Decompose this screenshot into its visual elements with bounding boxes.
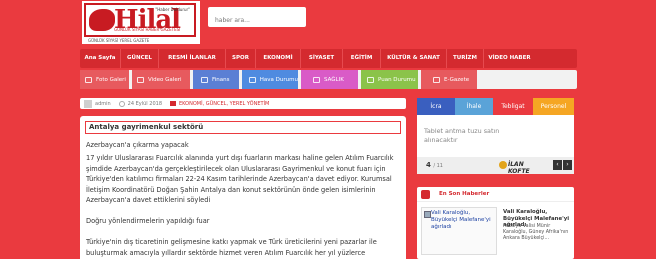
ilan-logo: İLAN KOFTE	[499, 159, 537, 175]
bull-icon	[89, 9, 115, 31]
article-author[interactable]: admin	[95, 101, 111, 107]
subnav-saglik[interactable]: SAĞLIK	[301, 70, 358, 89]
news-description: Antalya Valisi Münir Karaloğlu, Güney Af…	[503, 224, 569, 241]
site-logo[interactable]: Hilal "Haber Doldurur" GÜNLÜK SİYASİ HAB…	[82, 1, 200, 44]
search-box	[208, 7, 306, 31]
nav-item-video-haber[interactable]: VİDEO HABER	[484, 49, 535, 68]
tab-icra[interactable]: İcra	[417, 98, 455, 115]
article-categories[interactable]: EKONOMİ, GÜNCEL, YEREL YÖNETİM	[179, 101, 269, 107]
article-subheading: Azerbaycan'a çıkarma yapacak	[86, 141, 189, 149]
clock-icon	[118, 100, 125, 107]
main-nav: Ana Sayfa GÜNCEL RESMİ İLANLAR SPOR EKON…	[80, 49, 577, 68]
tender-current: 4	[426, 161, 431, 169]
tender-counter: 4 / 11	[426, 161, 443, 169]
article-subheading: Doğru yönlendirmelerin yapıldığı fuar	[86, 217, 210, 225]
article-paragraph: Türkiye'nin dış ticaretinin gelişmesine …	[86, 238, 377, 257]
nav-item-turizm[interactable]: TURİZM	[447, 49, 484, 68]
article-paragraph: 17 yıldır Uluslararası Fuarcılık alanınd…	[86, 154, 394, 204]
article-title: Antalya gayrimenkul sektörü	[85, 121, 401, 134]
tender-pager: 4 / 11 İLAN KOFTE ‹ ›	[417, 157, 574, 175]
subnav-hava-durumu[interactable]: Hava Durumu	[242, 70, 298, 89]
tender-panel: Tablet antma tuzu satın alınacaktır 4 / …	[417, 115, 574, 175]
camera-icon	[85, 76, 92, 83]
cloud-icon	[249, 76, 256, 83]
heart-icon	[313, 76, 320, 83]
subnav-finans[interactable]: Finans	[193, 70, 239, 89]
search-input[interactable]	[208, 10, 306, 31]
subnav-puan-durumu[interactable]: Puan Durumu	[361, 70, 418, 89]
latest-news-heading: En Son Haberler	[439, 191, 490, 197]
nav-item-guncel[interactable]: GÜNCEL	[121, 49, 159, 68]
nav-item-ekonomi[interactable]: EKONOMİ	[256, 49, 301, 68]
newspaper-icon	[433, 76, 440, 83]
logo-slogan: "Haber Doldurur"	[155, 7, 190, 12]
logo-subtitle: GÜNLÜK SİYASİ YEREL GAZETE	[88, 38, 150, 43]
ilan-logo-text: İLAN KOFTE	[508, 161, 530, 175]
news-thumbnail[interactable]: Vali Karaloğlu, Büyükelçi Malefane'yi ağ…	[421, 207, 497, 255]
ball-icon	[367, 76, 374, 83]
nav-item-home[interactable]: Ana Sayfa	[80, 49, 121, 68]
logo-frame: Hilal "Haber Doldurur" GÜNLÜK SİYASİ HAB…	[84, 3, 196, 37]
subnav-video-galeri[interactable]: Video Galeri	[132, 70, 190, 89]
tender-total: / 11	[433, 163, 443, 169]
subnav-e-gazete[interactable]: E-Gazete	[421, 70, 477, 89]
tab-personel[interactable]: Personel	[533, 98, 574, 115]
ilan-logo-icon	[499, 161, 507, 169]
tender-title[interactable]: Tablet antma tuzu satın alınacaktır	[424, 127, 534, 145]
folder-icon	[170, 101, 177, 106]
nav-item-siyaset[interactable]: SİYASET	[301, 49, 343, 68]
article-body: Antalya gayrimenkul sektörü Azerbaycan'a…	[80, 116, 406, 259]
article-date: 24 Eylül 2018	[127, 100, 163, 107]
nav-item-resmi-ilanlar[interactable]: RESMİ İLANLAR	[159, 49, 226, 68]
latest-news-header: En Son Haberler	[417, 187, 574, 202]
chart-icon	[201, 76, 208, 83]
video-icon	[137, 76, 144, 83]
nav-item-kultur-sanat[interactable]: KÜLTÜR & SANAT	[381, 49, 447, 68]
nav-item-egitim[interactable]: EĞİTİM	[343, 49, 381, 68]
tab-ihale[interactable]: İhale	[455, 98, 493, 115]
article-meta: admin 24 Eylül 2018 EKONOMİ, GÜNCEL, YER…	[80, 98, 406, 109]
notice-tabs: İcra İhale Tebligat Personel	[417, 98, 574, 115]
prev-arrow-icon[interactable]: ‹	[553, 160, 562, 170]
nav-item-spor[interactable]: SPOR	[226, 49, 256, 68]
secondary-nav: Foto Galeri Video Galeri Finans Hava Dur…	[80, 70, 577, 89]
subnav-foto-galeri[interactable]: Foto Galeri	[80, 70, 129, 89]
latest-news-panel: En Son Haberler Vali Karaloğlu, Büyükelç…	[417, 187, 574, 259]
tab-tebligat[interactable]: Tebligat	[493, 98, 533, 115]
logo-tagline: GÜNLÜK SİYASİ HABER GAZETESİ	[114, 27, 181, 32]
avatar	[84, 99, 92, 108]
news-icon	[421, 190, 430, 199]
next-arrow-icon[interactable]: ›	[563, 160, 572, 170]
thumbnail-alt-text: Vali Karaloğlu, Büyükelçi Malefane'yi ağ…	[424, 210, 494, 231]
